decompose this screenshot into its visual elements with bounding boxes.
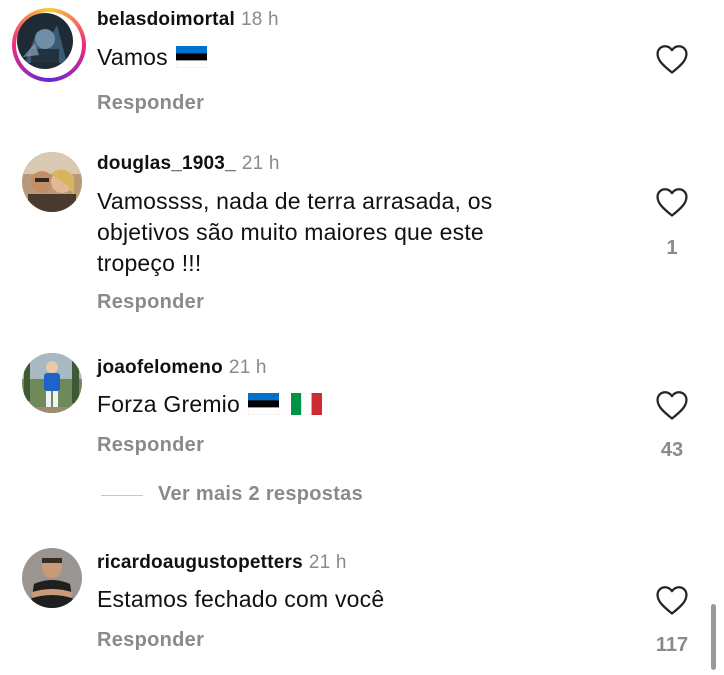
timestamp: 18 h	[240, 9, 279, 30]
heart-icon	[656, 188, 688, 217]
comment-text: Forza Gremio	[97, 389, 607, 423]
comment-header: douglas_1903_ 21 h	[97, 153, 280, 175]
estonia-flag-icon	[175, 45, 208, 76]
story-ring[interactable]	[12, 8, 86, 82]
view-more-replies-label: Ver mais 2 respostas	[158, 483, 364, 505]
like-count: 43	[660, 439, 684, 461]
username[interactable]: joaofelomeno	[97, 357, 223, 378]
like-count: 1	[666, 237, 678, 259]
avatar[interactable]	[17, 13, 73, 69]
comment-header: joaofelomeno 21 h	[97, 357, 267, 379]
comment-item: belasdoimortal 18 h Vamos Responder	[0, 0, 724, 130]
username[interactable]: douglas_1903_	[97, 153, 236, 174]
like-button[interactable]	[655, 186, 689, 218]
avatar[interactable]	[22, 353, 82, 413]
divider-line	[101, 495, 143, 496]
heart-icon	[656, 45, 688, 74]
italy-flag-icon	[290, 392, 322, 423]
comment-text: Estamos fechado com você	[97, 586, 385, 612]
heart-icon	[656, 391, 688, 420]
reply-button[interactable]: Responder	[97, 434, 204, 457]
reply-button[interactable]: Responder	[97, 92, 204, 115]
comment-header: ricardoaugustopetters 21 h	[97, 552, 347, 574]
username[interactable]: ricardoaugustopetters	[97, 552, 303, 573]
timestamp: 21 h	[241, 153, 280, 174]
avatar[interactable]	[22, 152, 82, 212]
comment-text: Vamos	[97, 42, 607, 76]
reply-button[interactable]: Responder	[97, 629, 204, 652]
scrollbar[interactable]	[711, 604, 716, 670]
like-button[interactable]	[655, 43, 689, 75]
like-button[interactable]	[655, 389, 689, 421]
timestamp: 21 h	[308, 552, 347, 573]
comment-text: Vamossss, nada de terra arrasada, os obj…	[97, 188, 493, 276]
heart-icon	[656, 586, 688, 615]
reply-button[interactable]: Responder	[97, 291, 204, 314]
estonia-flag-icon	[247, 392, 280, 423]
comment-header: belasdoimortal 18 h	[97, 9, 279, 31]
username[interactable]: belasdoimortal	[97, 9, 235, 30]
like-button[interactable]	[655, 584, 689, 616]
timestamp: 21 h	[228, 357, 267, 378]
avatar[interactable]	[22, 548, 82, 608]
like-count: 117	[655, 634, 689, 656]
